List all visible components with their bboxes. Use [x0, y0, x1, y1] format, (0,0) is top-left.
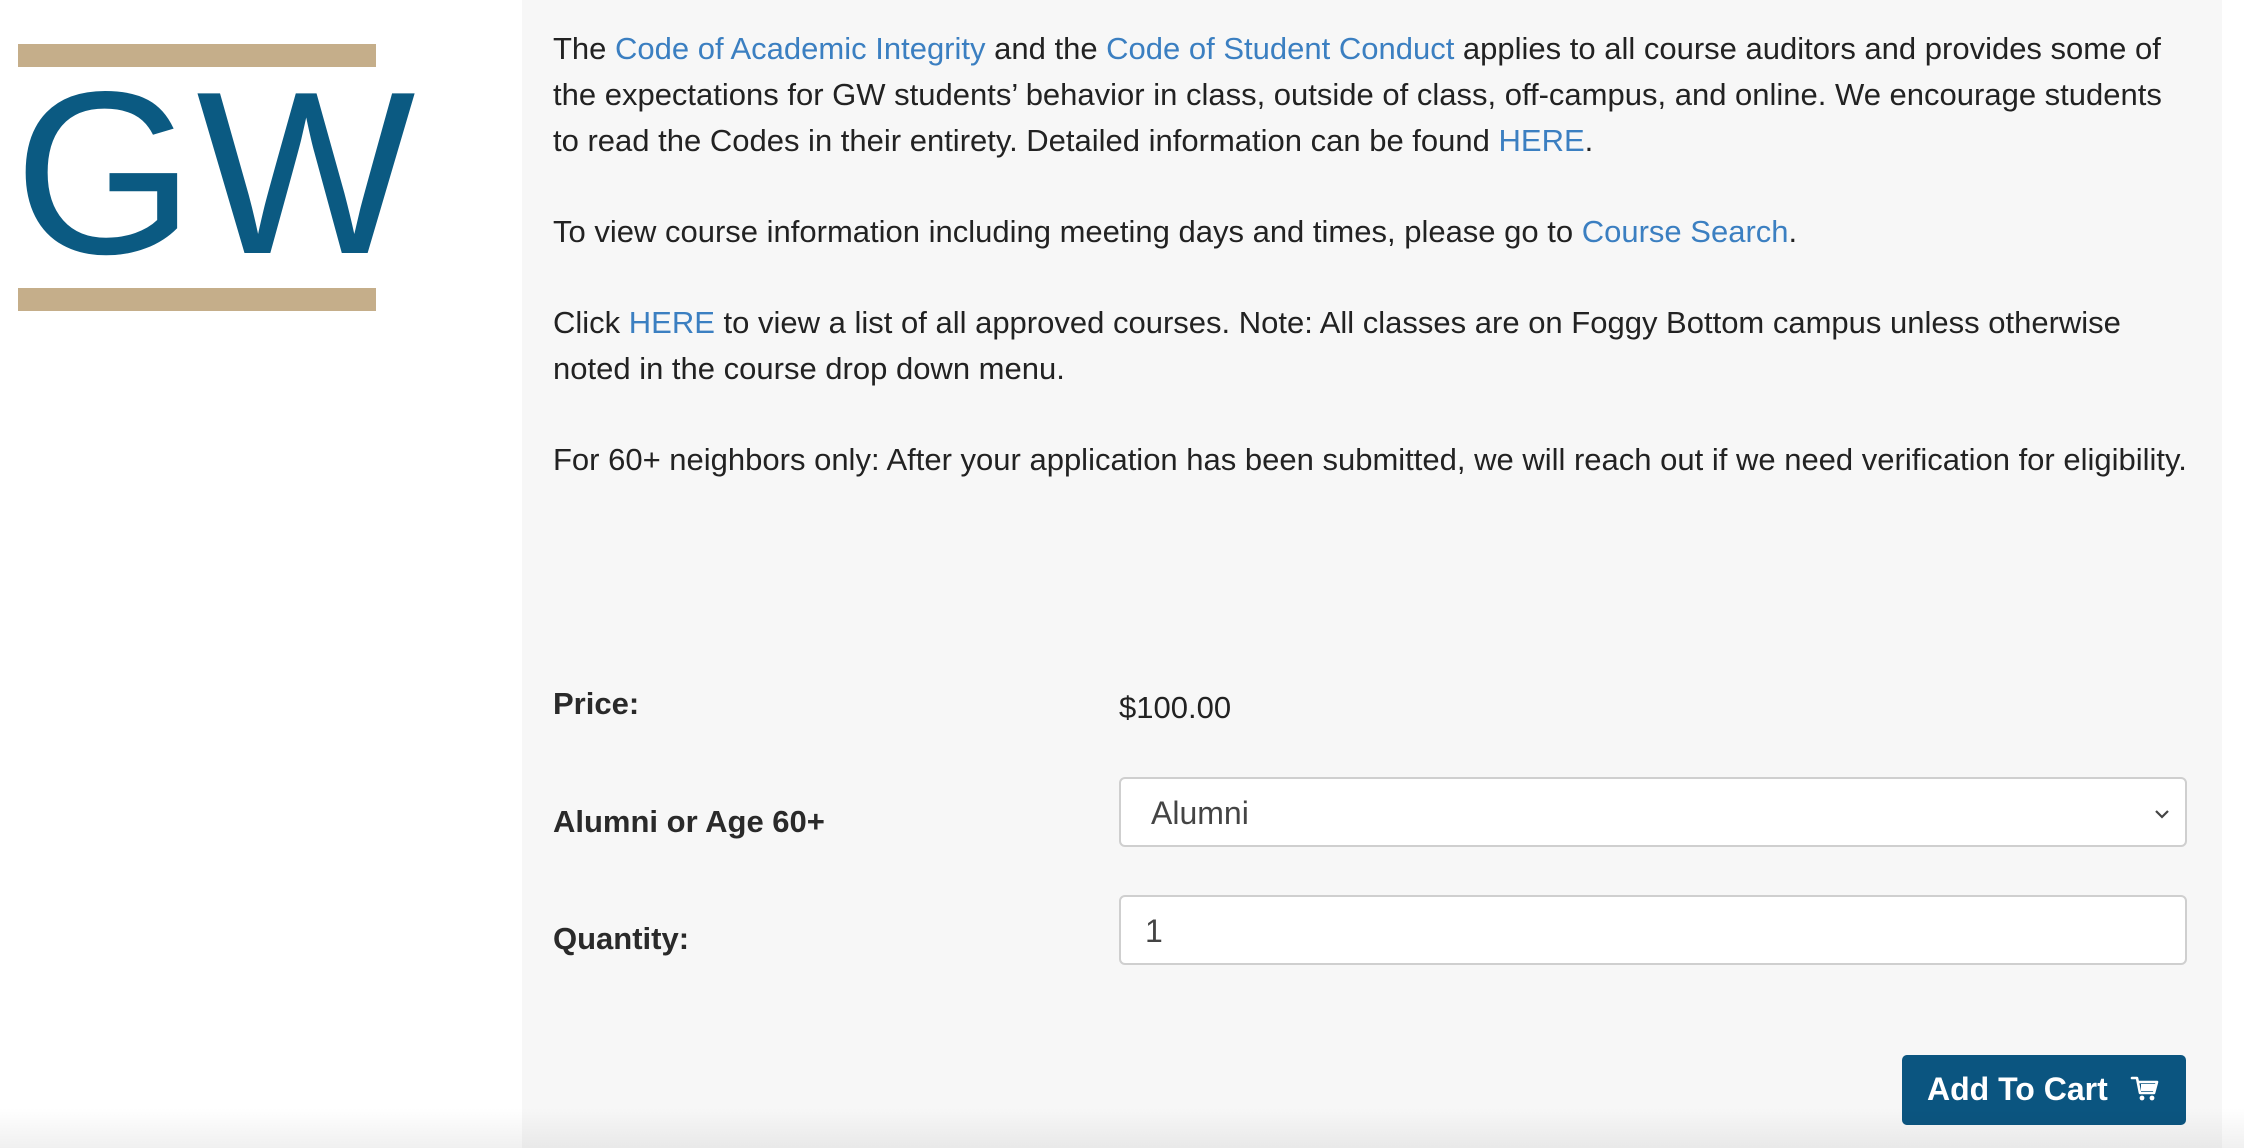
- approved-courses-here-link[interactable]: HERE: [629, 305, 715, 340]
- category-select[interactable]: Alumni: [1119, 777, 2187, 847]
- logo-letters: GW: [14, 44, 418, 303]
- add-to-cart-label: Add To Cart: [1927, 1071, 2108, 1107]
- academic-integrity-link[interactable]: Code of Academic Integrity: [615, 31, 985, 66]
- page: GW The Code of Academic Integrity and th…: [0, 0, 2244, 1148]
- approved-courses-paragraph: Click HERE to view a list of all approve…: [553, 300, 2193, 392]
- verification-paragraph: For 60+ neighbors only: After your appli…: [553, 437, 2193, 483]
- text-segment: For 60+ neighbors only: After your appli…: [553, 442, 2187, 477]
- text-segment: and the: [985, 31, 1107, 66]
- course-search-link[interactable]: Course Search: [1582, 214, 1789, 249]
- category-row: Alumni or Age 60+ Alumni: [553, 777, 2193, 849]
- price-label: Price:: [553, 686, 640, 721]
- chevron-down-icon: [2155, 810, 2169, 819]
- cart-icon: [2130, 1076, 2159, 1101]
- logo-bottom-bar: [18, 288, 376, 311]
- text-segment: The: [553, 31, 616, 66]
- quantity-input[interactable]: 1: [1119, 895, 2187, 965]
- right-margin: [2222, 0, 2244, 1148]
- price-row: Price: $100.00: [553, 686, 2193, 736]
- gw-logo[interactable]: GW: [14, 44, 415, 311]
- quantity-label: Quantity:: [553, 921, 690, 956]
- quantity-value: 1: [1145, 913, 1163, 949]
- codes-paragraph: The Code of Academic Integrity and the C…: [553, 26, 2193, 164]
- category-selected-value: Alumni: [1151, 795, 1249, 831]
- quantity-row: Quantity: 1: [553, 895, 2193, 967]
- add-to-cart-button[interactable]: Add To Cart: [1902, 1055, 2186, 1125]
- main-panel: The Code of Academic Integrity and the C…: [522, 0, 2222, 1148]
- intro-text: The Code of Academic Integrity and the C…: [553, 26, 2193, 528]
- text-segment: Click: [553, 305, 629, 340]
- course-search-paragraph: To view course information including mee…: [553, 209, 2193, 255]
- text-segment: .: [1788, 214, 1798, 249]
- sidebar: GW: [0, 0, 522, 1148]
- text-segment: to view a list of all approved courses. …: [553, 305, 2121, 386]
- category-label: Alumni or Age 60+: [553, 804, 825, 839]
- details-here-link[interactable]: HERE: [1499, 123, 1585, 158]
- text-segment: .: [1584, 123, 1594, 158]
- student-conduct-link[interactable]: Code of Student Conduct: [1106, 31, 1454, 66]
- text-segment: To view course information including mee…: [553, 214, 1582, 249]
- price-value: $100.00: [1119, 690, 1232, 725]
